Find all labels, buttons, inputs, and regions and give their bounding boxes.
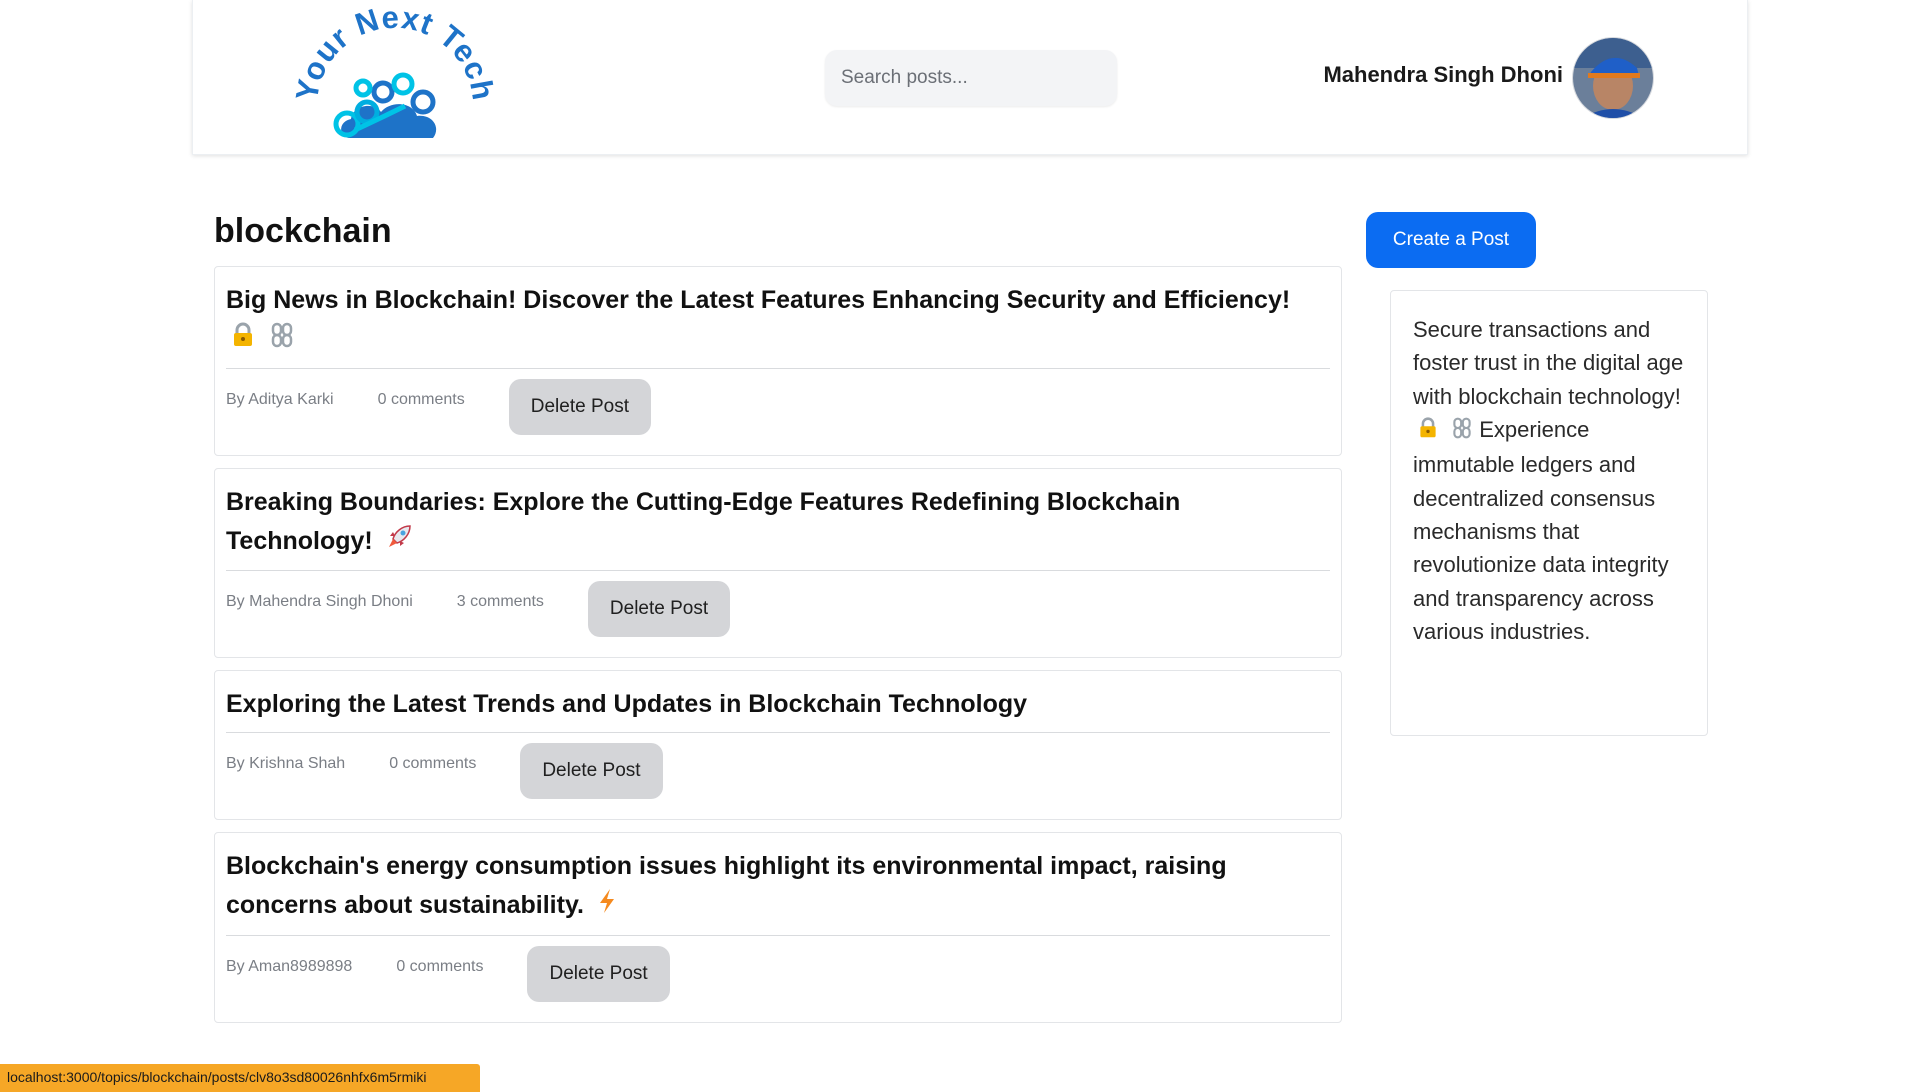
post-comments-count[interactable]: 0 comments bbox=[378, 391, 465, 409]
post-comments-count[interactable]: 0 comments bbox=[389, 755, 476, 773]
lightning-icon bbox=[597, 887, 617, 927]
post-author: By Aman8989898 bbox=[226, 957, 353, 975]
post-author: By Mahendra Singh Dhoni bbox=[226, 593, 413, 611]
post-title-link[interactable]: Breaking Boundaries: Explore the Cutting… bbox=[226, 483, 1330, 562]
post-title-link[interactable]: Blockchain's energy consumption issues h… bbox=[226, 847, 1330, 926]
chain-icon bbox=[1451, 415, 1473, 448]
post-title: Big News in Blockchain! Discover the Lat… bbox=[226, 286, 1291, 314]
post-meta: By Mahendra Singh Dhoni 3 comments Delet… bbox=[226, 581, 1330, 647]
post-comments-count[interactable]: 0 comments bbox=[396, 958, 483, 976]
post-author: By Krishna Shah bbox=[226, 755, 346, 773]
post-card: Big News in Blockchain! Discover the Lat… bbox=[214, 266, 1342, 456]
post-author: By Aditya Karki bbox=[226, 390, 334, 408]
post-card: Exploring the Latest Trends and Updates … bbox=[214, 670, 1342, 821]
post-title: Exploring the Latest Trends and Updates … bbox=[226, 690, 1028, 719]
chain-icon bbox=[269, 321, 295, 360]
post-title: Blockchain's energy consumption issues h… bbox=[226, 852, 1227, 920]
topic-description: Secure transactions and foster trust in … bbox=[1413, 317, 1684, 409]
post-divider bbox=[226, 570, 1330, 572]
logo-graphic: Your Next Tech bbox=[289, 0, 500, 138]
link-preview-status-bar: localhost:3000/topics/blockchain/posts/c… bbox=[0, 1064, 480, 1092]
delete-post-button[interactable]: Delete Post bbox=[520, 743, 663, 800]
delete-post-button[interactable]: Delete Post bbox=[587, 581, 731, 638]
post-meta: By Krishna Shah 0 comments Delete Post bbox=[226, 743, 1330, 809]
lock-icon bbox=[230, 321, 256, 360]
post-title-link[interactable]: Exploring the Latest Trends and Updates … bbox=[226, 685, 1330, 724]
post-meta: By Aman8989898 0 comments Delete Post bbox=[226, 945, 1330, 1012]
user-name: Mahendra Singh Dhoni bbox=[1323, 62, 1563, 87]
post-meta: By Aditya Karki 0 comments Delete Post bbox=[226, 378, 1330, 445]
post-card: Breaking Boundaries: Explore the Cutting… bbox=[214, 467, 1342, 659]
topic-title: blockchain bbox=[214, 212, 392, 250]
lock-icon bbox=[1417, 415, 1439, 448]
delete-post-button[interactable]: Delete Post bbox=[527, 945, 670, 1002]
user-avatar[interactable] bbox=[1573, 38, 1653, 118]
post-comments-count[interactable]: 3 comments bbox=[457, 593, 544, 611]
post-title-link[interactable]: Big News in Blockchain! Discover the Lat… bbox=[226, 281, 1330, 360]
avatar-image bbox=[1573, 38, 1653, 118]
post-divider bbox=[226, 934, 1330, 936]
post-card: Blockchain's energy consumption issues h… bbox=[214, 832, 1342, 1023]
search-input[interactable] bbox=[825, 50, 1117, 106]
post-divider bbox=[226, 732, 1330, 734]
post-divider bbox=[226, 367, 1330, 369]
create-post-button[interactable]: Create a Post bbox=[1366, 212, 1536, 268]
topic-description-continued: Experience immutable ledgers and decentr… bbox=[1413, 417, 1669, 645]
post-list: Big News in Blockchain! Discover the Lat… bbox=[214, 266, 1342, 1035]
site-header: Your Next Tech Mahendra Singh Dhoni bbox=[192, 0, 1748, 155]
topic-description-card: Secure transactions and foster trust in … bbox=[1390, 290, 1708, 736]
logo[interactable]: Your Next Tech bbox=[289, 0, 500, 151]
rocket-icon bbox=[386, 522, 414, 562]
delete-post-button[interactable]: Delete Post bbox=[508, 378, 651, 435]
post-title: Breaking Boundaries: Explore the Cutting… bbox=[226, 487, 1181, 555]
